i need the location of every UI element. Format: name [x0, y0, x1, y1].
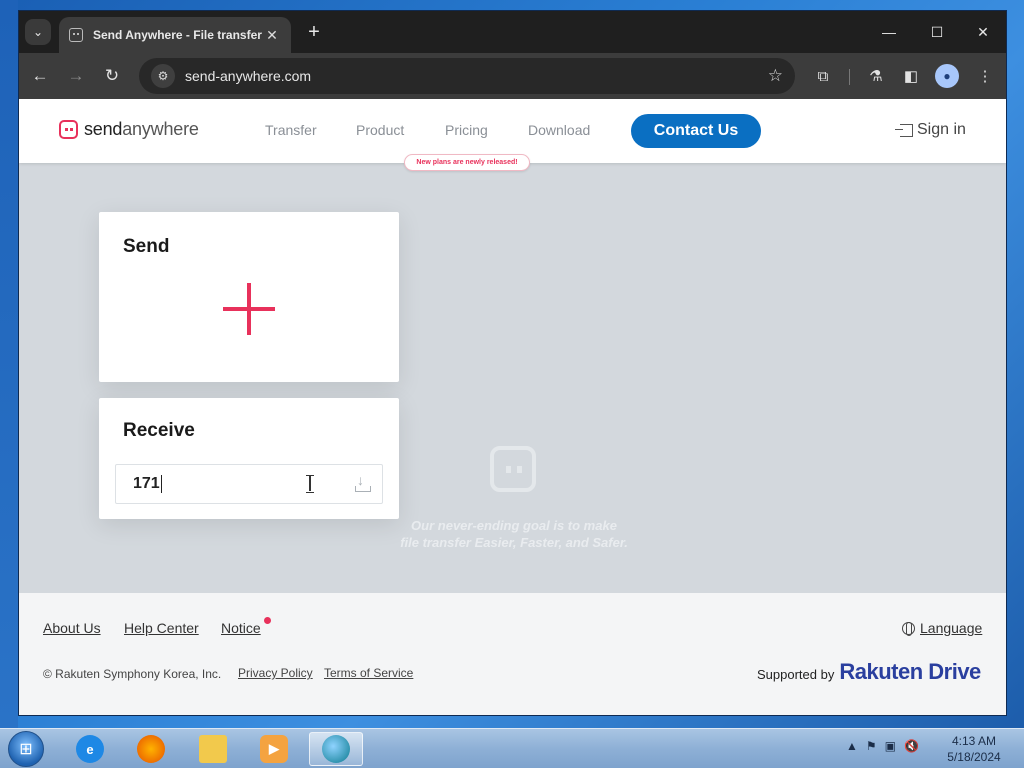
show-hidden-icons-icon[interactable]: ▲ [846, 739, 858, 753]
taskbar-clock[interactable]: 4:13 AM 5/18/2024 [938, 733, 1010, 765]
site-header: sendanywhere Transfer Product Pricing Do… [19, 99, 1006, 171]
copyright-text: © Rakuten Symphony Korea, Inc. [43, 667, 222, 681]
receive-card: Receive 171 [99, 398, 399, 519]
supported-by-label: Supported by [757, 666, 835, 682]
send-card: Send [99, 212, 399, 382]
receive-title: Receive [123, 420, 195, 441]
minimize-button[interactable]: — [869, 19, 909, 45]
browser-toolbar: ← → ↻ ⚙ send-anywhere.com ☆ ⧉ ⚗ ◧ ● ⋮ [19, 53, 1006, 99]
terms-of-service-link[interactable]: Terms of Service [324, 666, 413, 680]
reload-button[interactable]: ↻ [99, 63, 125, 89]
pricing-new-plans-badge: New plans are newly released! [404, 154, 530, 171]
extensions-icon[interactable]: ⧉ [811, 64, 835, 88]
language-label: Language [920, 620, 983, 636]
tab-strip: ⌄ Send Anywhere - File transfer ✕ + — ☐ … [19, 11, 1006, 53]
side-panel-icon[interactable]: ◧ [899, 64, 923, 88]
web-page: sendanywhere Transfer Product Pricing Do… [19, 99, 1006, 715]
clock-date: 5/18/2024 [947, 750, 1001, 764]
system-tray: ▲ ⚑ ▣ 🔇 [846, 739, 919, 753]
browser-window: ⌄ Send Anywhere - File transfer ✕ + — ☐ … [18, 10, 1007, 716]
browser-tab[interactable]: Send Anywhere - File transfer ✕ [59, 17, 291, 53]
maximize-button[interactable]: ☐ [917, 19, 957, 45]
windows-taskbar: ⊞ e ▶ ▲ ⚑ ▣ 🔇 4:13 AM 5/18/2024 [0, 728, 1024, 768]
logo-text: sendanywhere [84, 119, 199, 139]
supported-by: Supported by Rakuten Drive [757, 659, 981, 685]
add-file-plus-icon[interactable] [223, 283, 275, 335]
nav-transfer[interactable]: Transfer [265, 122, 317, 138]
folder-icon [199, 735, 227, 763]
rakuten-drive-logo[interactable]: Rakuten Drive [839, 659, 981, 685]
chevron-down-icon: ⌄ [32, 25, 44, 39]
profile-avatar-icon[interactable]: ● [935, 64, 959, 88]
text-cursor-icon [306, 475, 314, 493]
sign-in-button[interactable]: Sign in [895, 121, 966, 139]
privacy-policy-link[interactable]: Privacy Policy [238, 666, 313, 680]
receive-key-input[interactable]: 171 [115, 464, 383, 504]
nav-pricing[interactable]: Pricing [445, 122, 488, 138]
globe-icon [902, 621, 915, 636]
taskbar-media-player[interactable]: ▶ [247, 732, 301, 766]
bookmark-star-icon[interactable]: ☆ [768, 66, 783, 86]
receive-key-value: 171 [133, 475, 162, 493]
firefox-icon [137, 735, 165, 763]
send-anywhere-watermark-icon [490, 446, 536, 492]
nav-download[interactable]: Download [528, 122, 590, 138]
toolbar-divider [849, 69, 850, 85]
tagline-line-2: file transfer Easier, Faster, and Safer. [400, 535, 628, 550]
taskbar-internet-explorer[interactable]: e [63, 732, 117, 766]
more-menu-icon[interactable]: ⋮ [973, 64, 997, 88]
clock-time: 4:13 AM [951, 734, 997, 748]
tagline-line-1: Our never-ending goal is to make [411, 518, 617, 533]
site-info-icon[interactable]: ⚙ [151, 64, 175, 88]
internet-explorer-icon: e [76, 735, 104, 763]
footer-help-center[interactable]: Help Center [124, 620, 199, 636]
close-tab-icon[interactable]: ✕ [263, 27, 281, 44]
nav-product[interactable]: Product [356, 122, 404, 138]
footer-about-us[interactable]: About Us [43, 620, 101, 636]
sign-in-icon [895, 123, 913, 137]
back-button[interactable]: ← [27, 63, 53, 89]
labs-flask-icon[interactable]: ⚗ [864, 64, 888, 88]
footer-notice[interactable]: Notice [221, 620, 261, 636]
close-window-button[interactable]: ✕ [963, 19, 1003, 45]
new-tab-button[interactable]: + [301, 19, 327, 45]
send-title: Send [123, 236, 170, 257]
sign-in-label: Sign in [917, 121, 966, 138]
notice-badge-dot [264, 617, 271, 624]
volume-muted-icon[interactable]: 🔇 [904, 739, 919, 753]
action-center-flag-icon[interactable]: ⚑ [866, 739, 877, 753]
address-bar[interactable]: ⚙ send-anywhere.com ☆ [139, 58, 795, 94]
taskbar-firefox[interactable] [124, 732, 178, 766]
tab-title: Send Anywhere - File transfer [93, 28, 262, 42]
taskbar-chrome[interactable] [309, 732, 363, 766]
send-anywhere-logo[interactable]: sendanywhere [59, 119, 199, 140]
url-text: send-anywhere.com [185, 68, 312, 84]
network-icon[interactable]: ▣ [885, 739, 896, 753]
tagline: Our never-ending goal is to make file tr… [359, 517, 669, 551]
browser-app-icon [322, 735, 350, 763]
tab-search-button[interactable]: ⌄ [25, 19, 51, 45]
send-anywhere-logo-icon [59, 120, 78, 139]
contact-us-button[interactable]: Contact Us [631, 114, 761, 148]
start-button[interactable]: ⊞ [8, 731, 44, 767]
desktop-background [0, 0, 18, 768]
download-icon[interactable] [354, 472, 372, 494]
site-footer: About Us Help Center Notice Language © R… [19, 593, 1006, 715]
site-favicon-icon [69, 28, 83, 42]
taskbar-file-explorer[interactable] [186, 732, 240, 766]
forward-button[interactable]: → [63, 63, 89, 89]
media-player-icon: ▶ [260, 735, 288, 763]
language-selector[interactable]: Language [902, 620, 982, 636]
